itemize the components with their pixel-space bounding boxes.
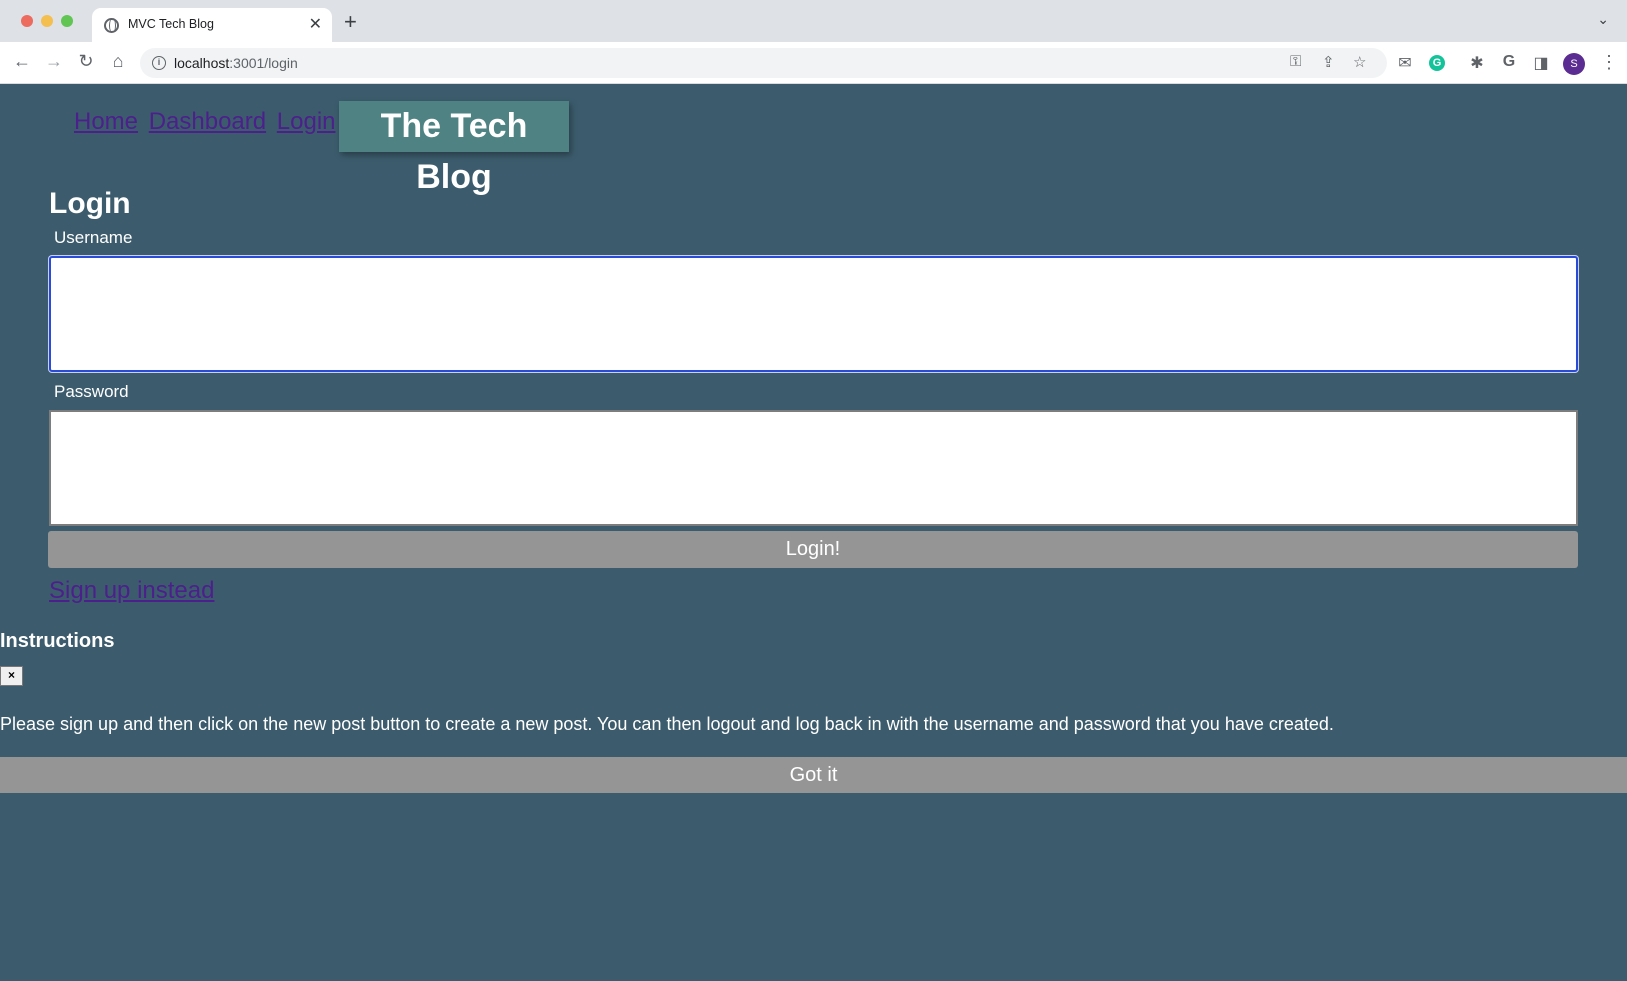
reload-icon[interactable]: ↻ — [74, 51, 98, 72]
browser-toolbar: ← → ↻ ⌂ i localhost:3001/login ⚿ ⇪ ☆ ✉ G… — [0, 42, 1627, 84]
password-input[interactable] — [49, 410, 1578, 526]
site-nav: Home Dashboard Login — [74, 108, 340, 136]
login-submit-button[interactable]: Login! — [48, 531, 1578, 568]
home-icon[interactable]: ⌂ — [106, 51, 130, 72]
nav-link-login[interactable]: Login — [277, 108, 336, 135]
forward-arrow-icon[interactable]: → — [42, 51, 66, 72]
browser-tab[interactable]: MVC Tech Blog ✕ — [92, 8, 332, 42]
url-text[interactable]: localhost:3001/login — [174, 55, 298, 71]
google-icon[interactable]: G — [1498, 53, 1520, 71]
tab-close-icon[interactable]: ✕ — [309, 14, 322, 34]
site-info-icon[interactable]: i — [152, 56, 166, 70]
browser-menu-icon[interactable]: ⋮ — [1600, 52, 1618, 73]
tab-search-chevron-icon[interactable]: ⌄ — [1597, 11, 1609, 28]
address-bar[interactable]: i localhost:3001/login ⚿ ⇪ ☆ — [140, 48, 1387, 78]
tab-title: MVC Tech Blog — [128, 17, 214, 31]
got-it-button[interactable]: Got it — [0, 757, 1627, 793]
window-close-button[interactable] — [21, 15, 33, 27]
url-host: localhost — [174, 55, 230, 71]
back-arrow-icon[interactable]: ← — [10, 51, 34, 72]
window-minimize-button[interactable] — [41, 15, 53, 27]
url-path: :3001/login — [229, 55, 298, 71]
login-heading: Login — [49, 187, 131, 220]
nav-link-home[interactable]: Home — [74, 108, 138, 135]
nav-link-dashboard[interactable]: Dashboard — [149, 108, 266, 135]
globe-icon — [104, 18, 119, 33]
profile-avatar[interactable]: S — [1563, 53, 1585, 75]
side-panel-icon[interactable]: ◨ — [1530, 53, 1552, 73]
instructions-heading: Instructions — [0, 630, 115, 652]
username-label: Username — [54, 228, 133, 247]
signup-link[interactable]: Sign up instead — [49, 577, 214, 605]
browser-tab-bar: MVC Tech Blog ✕ + ⌄ — [0, 0, 1627, 42]
site-brand-title: The Tech Blog — [339, 101, 569, 196]
window-maximize-button[interactable] — [61, 15, 73, 27]
password-label: Password — [54, 382, 129, 401]
new-tab-button[interactable]: + — [344, 9, 357, 35]
username-input[interactable] — [49, 256, 1578, 372]
grammarly-icon[interactable]: G — [1429, 55, 1445, 71]
extensions-puzzle-icon[interactable]: ✱ — [1466, 53, 1488, 73]
key-icon[interactable]: ⚿ — [1290, 53, 1301, 70]
share-icon[interactable]: ⇪ — [1322, 53, 1335, 71]
instructions-close-button[interactable]: × — [0, 666, 23, 686]
instructions-text: Please sign up and then click on the new… — [0, 714, 1334, 734]
mail-icon[interactable]: ✉ — [1394, 53, 1416, 73]
bookmark-star-icon[interactable]: ☆ — [1353, 53, 1366, 71]
